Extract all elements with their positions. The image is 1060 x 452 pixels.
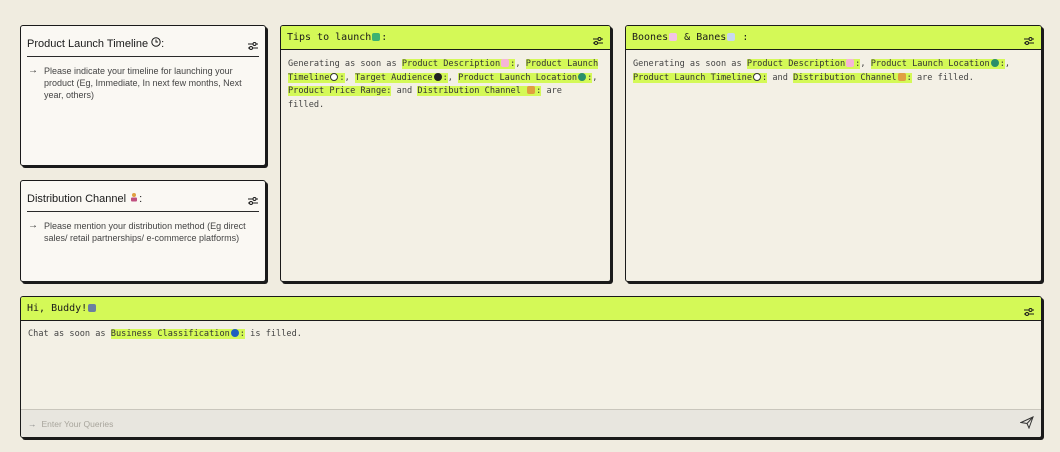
- timeline-card-title: Product Launch Timeline :: [27, 36, 165, 50]
- tips-output-text: Generating as soon as Product Descriptio…: [288, 59, 599, 110]
- person-icon: [897, 72, 906, 81]
- timeline-input-card: Product Launch Timeline : → Please indic…: [20, 25, 266, 166]
- tag-text: Product Description: [746, 59, 846, 69]
- field-tag-business-classification: Business Classification:: [110, 329, 245, 339]
- tag-text: Product Launch Location: [870, 59, 990, 69]
- sliders-icon[interactable]: [1023, 33, 1035, 45]
- sliders-icon[interactable]: [592, 33, 604, 45]
- tips-card-header: Tips to launch:: [281, 26, 610, 50]
- sparkle-icon: [846, 59, 855, 67]
- chat-input-placeholder[interactable]: Enter Your Queries: [42, 419, 114, 429]
- tips-and: and: [396, 86, 413, 96]
- tips-title-text: Tips to launch: [287, 32, 372, 43]
- field-tag-product-price-range: Product Price Range:: [288, 86, 392, 96]
- boones-title-a: Boones: [632, 32, 669, 43]
- send-icon[interactable]: [1019, 415, 1034, 432]
- distribution-hint[interactable]: → Please mention your distribution metho…: [21, 212, 265, 252]
- field-tag-product-launch-location: Product Launch Location:: [870, 59, 1005, 69]
- chart-up-icon: [669, 33, 678, 41]
- check-icon: [372, 33, 381, 41]
- chat-card: Hi, Buddy! Chat as soon as Business Clas…: [20, 296, 1042, 438]
- sliders-icon[interactable]: [1023, 304, 1035, 316]
- distribution-card-header: Distribution Channel :: [21, 185, 265, 211]
- globe-icon: [990, 59, 999, 67]
- tag-text: Target Audience: [354, 72, 433, 83]
- robot-icon: [88, 304, 97, 312]
- field-tag-product-launch-timeline: Product Launch Timeline:: [633, 72, 768, 83]
- tips-card-title: Tips to launch:: [287, 32, 388, 43]
- field-tag-distribution-channel: Distribution Channel :: [417, 86, 542, 96]
- boones-prefix: Generating as soon as: [633, 59, 747, 69]
- person-icon: [129, 192, 139, 205]
- boones-card-header: Boones & Banes :: [626, 26, 1041, 50]
- chat-suffix: is filled.: [250, 329, 302, 339]
- distribution-title-text: Distribution Channel: [27, 192, 127, 205]
- field-tag-target-audience: Target Audience:: [354, 72, 448, 83]
- timeline-card-header: Product Launch Timeline :: [21, 30, 265, 56]
- chat-prefix: Chat as soon as: [28, 329, 111, 339]
- distribution-card-title: Distribution Channel :: [27, 192, 143, 205]
- chart-down-icon: [727, 33, 736, 41]
- chat-title-text: Hi, Buddy!: [27, 303, 88, 314]
- timeline-hint-text: Please indicate your timeline for launch…: [44, 66, 242, 100]
- arrow-right-icon: →: [28, 65, 38, 76]
- field-tag-product-description: Product Description:: [401, 59, 516, 69]
- clock-icon: [330, 72, 339, 81]
- sliders-icon[interactable]: [247, 38, 259, 50]
- boones-output-text: Generating as soon as Product Descriptio…: [633, 59, 1011, 83]
- eyes-icon: [433, 72, 442, 81]
- chat-message: Chat as soon as Business Classification:…: [21, 321, 1041, 409]
- globe-icon: [578, 72, 587, 81]
- arrow-right-icon: →: [28, 220, 38, 231]
- tips-output-card: Tips to launch: Generating as soon as Pr…: [280, 25, 611, 282]
- tag-text: Product Description: [401, 59, 501, 69]
- field-tag-product-launch-location: Product Launch Location:: [458, 72, 593, 83]
- tag-text: Business Classification: [110, 329, 230, 339]
- field-tag-product-description: Product Description:: [746, 59, 861, 69]
- target-icon: [230, 329, 239, 337]
- sliders-icon[interactable]: [247, 193, 259, 205]
- distribution-hint-text: Please mention your distribution method …: [44, 221, 246, 243]
- chat-input-bar[interactable]: → Enter Your Queries: [21, 409, 1041, 437]
- field-tag-distribution-channel: Distribution Channel:: [793, 72, 912, 83]
- clock-icon: [151, 36, 161, 50]
- clock-icon: [753, 72, 761, 81]
- arrow-right-icon: →: [28, 418, 37, 429]
- boones-suffix: are filled.: [916, 72, 974, 83]
- timeline-hint[interactable]: → Please indicate your timeline for laun…: [21, 57, 265, 109]
- boones-title-b: & Banes: [684, 32, 727, 43]
- tag-text: Distribution Channel: [793, 72, 897, 83]
- tag-text: Product Launch Timeline: [633, 72, 752, 83]
- person-icon: [527, 86, 536, 94]
- tag-text: Product Launch Location: [458, 72, 578, 83]
- chat-card-header: Hi, Buddy!: [21, 297, 1041, 321]
- boones-card-title: Boones & Banes :: [632, 32, 749, 43]
- tag-text: Distribution Channel: [417, 86, 521, 96]
- tips-prefix: Generating as soon as: [288, 59, 402, 69]
- distribution-input-card: Distribution Channel : → Please mention …: [20, 180, 266, 282]
- boones-banes-output-card: Boones & Banes : Generating as soon as P…: [625, 25, 1042, 282]
- boones-and: and: [772, 72, 788, 83]
- sparkle-icon: [501, 59, 510, 67]
- chat-card-title: Hi, Buddy!: [27, 303, 97, 314]
- timeline-title-text: Product Launch Timeline: [27, 37, 149, 50]
